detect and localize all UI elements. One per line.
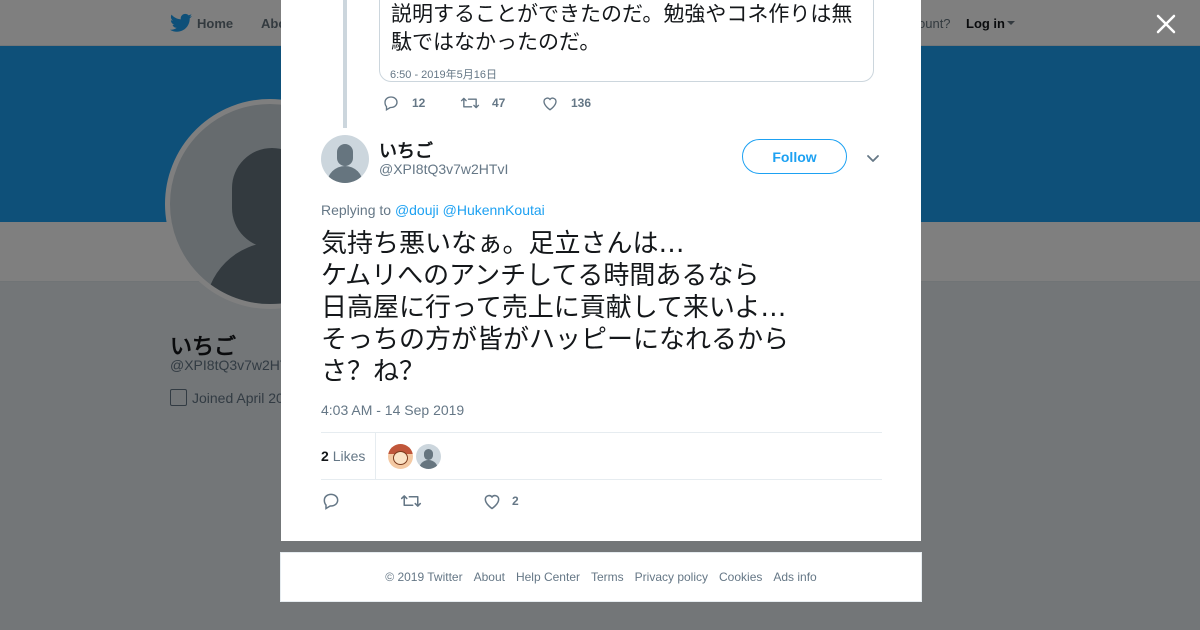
quoted-tweet-text: 説明することができたのだ。勉強やコネ作りは無駄ではなかったのだ。	[391, 2, 853, 54]
heart-icon	[484, 494, 500, 510]
tweet-stats: 2 Likes	[321, 432, 882, 480]
author-avatar[interactable]	[321, 135, 369, 183]
footer-link-help-center[interactable]: Help Center	[516, 570, 580, 584]
quoted-tweet-card[interactable]: 説明することができたのだ。勉強やコネ作りは無駄ではなかったのだ。 6:50 - …	[379, 0, 874, 82]
retweet-icon	[460, 97, 480, 109]
like-count: 2	[512, 494, 519, 508]
parent-reply-button[interactable]: 12	[382, 92, 425, 114]
stats-divider	[375, 433, 376, 479]
likes-stat[interactable]: 2 Likes	[321, 448, 365, 464]
retweet-button[interactable]	[400, 490, 432, 512]
tweet-modal: 説明することができたのだ。勉強やコネ作りは無駄ではなかったのだ。 6:50 - …	[281, 0, 921, 541]
footer-link-cookies[interactable]: Cookies	[719, 570, 762, 584]
footer-link-about[interactable]: About	[474, 570, 505, 584]
reply-icon	[384, 96, 398, 111]
liker-avatar[interactable]	[416, 444, 441, 469]
retweet-icon	[400, 495, 422, 507]
parent-like-button[interactable]: 136	[541, 92, 591, 114]
replying-to-user-hukennkoutai[interactable]: @HukennKoutai	[443, 202, 545, 218]
author-name[interactable]: いちご	[379, 137, 433, 163]
liker-avatar[interactable]	[388, 444, 413, 469]
tweet-timestamp[interactable]: 4:03 AM - 14 Sep 2019	[321, 402, 464, 418]
replying-to-prefix: Replying to	[321, 202, 392, 218]
likes-stat-label: Likes	[332, 448, 366, 464]
parent-reply-count: 12	[412, 96, 426, 110]
likes-stat-count: 2	[321, 448, 329, 464]
follow-button[interactable]: Follow	[742, 139, 847, 174]
thread-line	[343, 0, 347, 128]
footer-link-terms[interactable]: Terms	[591, 570, 624, 584]
close-icon[interactable]	[1154, 12, 1178, 36]
chevron-down-icon[interactable]	[865, 150, 881, 166]
replying-to-user-douji[interactable]: @douji	[395, 202, 439, 218]
parent-retweet-count: 47	[492, 96, 506, 110]
footer-link-privacy-policy[interactable]: Privacy policy	[635, 570, 708, 584]
like-button[interactable]: 2	[482, 490, 519, 512]
tweet-text: 気持ち悪いなぁ。足立さんは… ケムリへのアンチしてる時間あるなら 日高屋に行って…	[321, 229, 790, 387]
footer-copyright: © 2019 Twitter	[385, 570, 463, 584]
reply-button[interactable]	[321, 490, 351, 512]
parent-retweet-button[interactable]: 47	[460, 92, 505, 114]
footer: © 2019 Twitter About Help Center Terms P…	[280, 552, 922, 602]
replying-to-line: Replying to @douji @HukennKoutai	[321, 202, 545, 218]
author-handle[interactable]: @XPI8tQ3v7w2HTvI	[379, 161, 508, 177]
heart-icon	[543, 97, 557, 111]
parent-like-count: 136	[571, 96, 592, 110]
footer-link-ads-info[interactable]: Ads info	[773, 570, 816, 584]
reply-icon	[323, 493, 339, 510]
quoted-tweet-timestamp: 6:50 - 2019年5月16日	[390, 69, 498, 81]
